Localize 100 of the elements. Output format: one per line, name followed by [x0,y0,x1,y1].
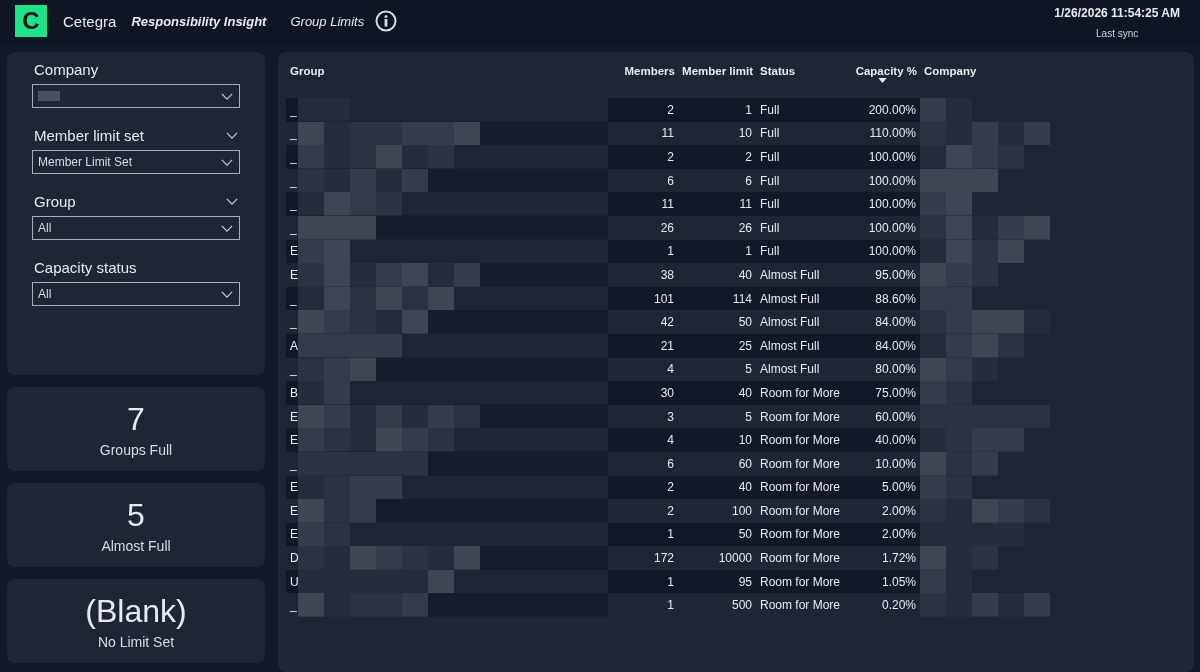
table-cell: Almost Full [760,315,820,330]
table-cell: Room for More [760,551,841,566]
column-header[interactable]: Members [624,65,675,77]
table-cell: 84.00% [875,338,916,353]
table-cell: Room for More [760,480,841,495]
table-cell: 26 [738,220,752,235]
table-cell: Room for More [760,385,841,400]
table-cell: 114 [732,291,752,306]
table-cell: 5.00% [881,480,916,495]
table-cell: 2.00% [881,527,916,542]
table-cell: 172 [653,551,674,566]
table-cell: 500 [731,598,752,613]
table-cell: 40 [738,385,752,400]
table-cell: 88.60% [875,291,916,306]
table-cell: Room for More [760,433,841,448]
table-cell: Almost Full [760,338,820,353]
table-cell: _ [290,102,297,117]
dropdown[interactable]: All [32,216,240,240]
table-cell: E [290,503,298,518]
table-cell: 80.00% [875,362,916,377]
table-cell: 40 [738,480,752,495]
info-icon[interactable] [375,10,398,32]
column-header[interactable]: Company [924,65,977,77]
table-cell: 2.00% [881,503,916,518]
filter-label: Capacity status [34,258,137,276]
table-cell: E [290,527,298,542]
table-cell: 60.00% [875,409,916,424]
kpi-label: No Limit Set [97,634,175,650]
table-cell: 1.05% [881,574,916,589]
table-cell: D [290,551,299,566]
column-header[interactable]: Member limit [682,65,753,77]
table-cell: 1 [667,527,674,542]
table-cell: 5 [745,362,752,377]
table-cell: Full [760,197,780,212]
table-cell: 26 [660,220,674,235]
table-cell: 1.72% [881,551,916,566]
table-cell: E [290,409,298,424]
table-cell: 11 [661,126,674,141]
logo: C [15,5,47,37]
caret-icon [221,158,233,166]
table-cell: 6 [745,173,752,188]
table-cell: 100.00% [868,173,916,188]
table-cell: 2 [667,480,674,495]
table-cell: Full [760,244,780,259]
table-cell: Full [760,126,780,141]
table-cell: Room for More [760,574,841,589]
table-cell: 3 [667,409,674,424]
table-cell: 10 [738,433,752,448]
sync-time: 1/26/2026 11:54:25 AM [1054,6,1180,20]
table-cell: 1 [745,102,752,117]
table-cell: 25 [738,338,752,353]
column-header[interactable]: Capacity % [855,65,917,77]
caret-icon [221,224,233,232]
table-cell: 200.00% [868,102,916,117]
table-cell: Full [760,173,780,188]
table-cell: Room for More [760,409,841,424]
table-cell: 42 [660,315,674,330]
table-cell: 10 [738,126,752,141]
dropdown[interactable]: Member Limit Set [32,150,240,174]
table-cell: E [290,480,298,495]
kpi-value: 5 [127,496,145,534]
table-cell: 40 [738,267,752,282]
table-cell: 21 [660,338,674,353]
table-cell: Room for More [760,503,841,518]
table-cell: Almost Full [760,362,820,377]
table-cell: _ [290,291,297,306]
table-cell: 11 [661,197,674,212]
kpi-value: 7 [127,400,145,438]
table-cell: _ [290,456,297,471]
caret-icon [221,290,233,298]
table-cell: 1 [667,598,674,613]
table-cell: _ [290,362,297,377]
table-cell: 1 [667,244,674,259]
table-cell: 100.00% [868,244,916,259]
table-cell: B [290,385,298,400]
table-cell: 4 [667,433,674,448]
table-cell: 30 [660,385,674,400]
table-cell: E [290,433,298,448]
column-header[interactable]: Status [760,65,796,77]
table-cell: Full [760,150,780,164]
table-cell: 5 [745,409,752,424]
table-cell: 10.00% [875,456,916,471]
table-cell: 100.00% [868,220,916,235]
filter-label: Company [34,60,99,78]
column-header[interactable]: Group [290,65,325,77]
table-cell: 38 [660,267,674,282]
dropdown[interactable] [32,84,240,108]
table-cell: 101 [653,291,674,306]
table-cell: Full [760,102,780,117]
table-cell: 75.00% [875,385,916,400]
dropdown[interactable]: All [32,282,240,306]
table-cell: 100.00% [868,197,916,212]
table-cell: E [290,267,298,282]
table-cell: Almost Full [760,267,820,282]
table-cell: 110.00% [869,126,916,141]
table-cell: 50 [738,527,752,542]
page-title: Group Limits [290,13,365,29]
table-cell: A [290,338,298,353]
table-cell: 100 [731,503,752,518]
table-cell: 4 [667,362,674,377]
